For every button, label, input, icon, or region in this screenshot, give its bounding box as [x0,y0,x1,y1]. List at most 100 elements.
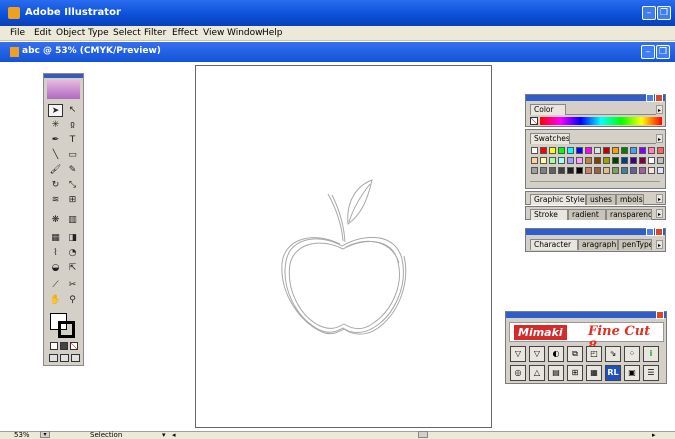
eyedropper-tool-icon[interactable]: ⌇ [48,247,63,260]
copy-button[interactable]: ⧉ [567,346,583,362]
RL-button[interactable]: RL [605,365,621,381]
swatches-tab[interactable]: Swatches [530,133,570,144]
swatch-cell[interactable] [639,167,646,174]
swatch-cell[interactable] [621,147,628,154]
toolbox-header[interactable] [44,74,83,78]
swatch-cell[interactable] [549,157,556,164]
paintbrush-tool-icon[interactable]: 🖌 [48,164,63,177]
swatch-cell[interactable] [531,167,538,174]
zoom-level[interactable]: 53% [14,431,30,439]
swatch-cell[interactable] [648,167,655,174]
screen-mode-3-button[interactable] [71,354,80,362]
menu-window[interactable]: Window [227,28,263,38]
triangle-mark-button[interactable]: △ [529,365,545,381]
swatch-cell[interactable] [558,147,565,154]
page-button[interactable]: ▤ [548,365,564,381]
plot-all-button[interactable]: ▽ [529,346,545,362]
color-panel-menu-button[interactable]: ▸ [656,105,663,114]
scroll-left-button[interactable]: ◂ [172,431,176,439]
pencil-tool-icon[interactable]: ✎ [65,164,80,177]
swatches-panel-menu-button[interactable]: ▸ [656,134,663,143]
character-panel[interactable]: Character aragraph penType ▸ [525,228,666,252]
swatch-cell[interactable] [540,167,547,174]
menu-object[interactable]: Object [56,28,85,38]
menu-effect[interactable]: Effect [172,28,198,38]
swatch-cell[interactable] [648,147,655,154]
horizontal-scroll-thumb[interactable] [418,431,428,438]
character-panel-minimize-button[interactable] [646,228,654,236]
swatch-cell[interactable] [576,147,583,154]
swatch-cell[interactable] [576,167,583,174]
gradient-mode-button[interactable] [60,342,68,350]
rectangle-tool-icon[interactable]: ▭ [65,149,80,162]
symbol-sprayer-tool-icon[interactable]: ❋ [48,214,63,227]
live-paint-tool-icon[interactable]: ◒ [48,262,63,275]
register-mark-button[interactable]: ⇘ [605,346,621,362]
menu-file[interactable]: File [10,28,25,38]
color-mode-button[interactable] [50,342,58,350]
color-panel[interactable]: Color ▸ [525,94,666,127]
swatch-cell[interactable] [549,147,556,154]
swatch-cell[interactable] [657,147,664,154]
swatch-cell[interactable] [603,157,610,164]
character-tab[interactable]: Character [530,239,578,250]
swatch-cell[interactable] [558,157,565,164]
graphic-styles-tab[interactable]: Graphic Styles [530,194,586,205]
live-paint-selection-tool-icon[interactable]: ⇱ [65,262,80,275]
type-tool-icon[interactable]: T [65,134,80,147]
swatch-cell[interactable] [567,167,574,174]
column-graph-tool-icon[interactable]: ▥ [65,214,80,227]
menu-type[interactable]: Type [88,28,109,38]
selection-tool-icon[interactable]: ➤ [48,104,63,117]
doc-restore-button[interactable]: ❐ [656,45,670,59]
paragraph-tab[interactable]: aragraph [578,239,618,250]
swatch-cell[interactable] [639,157,646,164]
character-panel-menu-button[interactable]: ▸ [656,240,663,249]
stroke-panel[interactable]: Stroke radient ransparency ▸ [525,206,666,220]
swatch-cell[interactable] [540,157,547,164]
graphic-styles-panel[interactable]: Graphic Styles ushes mbols ▸ [525,191,666,205]
list-button[interactable]: ☰ [643,365,659,381]
area-button[interactable]: ◰ [586,346,602,362]
brushes-tab[interactable]: ushes [586,194,616,205]
magic-wand-tool-icon[interactable]: ✳ [48,119,63,132]
menu-edit[interactable]: Edit [34,28,51,38]
align-button[interactable]: ⁘ [624,346,640,362]
swatch-cell[interactable] [558,167,565,174]
finecut-panel-header[interactable] [506,312,666,318]
hand-tool-icon[interactable]: ✋ [48,294,63,307]
warp-tool-icon[interactable]: ≋ [48,194,63,207]
screen-mode-2-button[interactable] [60,354,69,362]
menu-filter[interactable]: Filter [144,28,166,38]
minimize-button[interactable]: – [642,6,656,20]
plot-button[interactable]: ▽ [510,346,526,362]
swatch-cell[interactable] [621,167,628,174]
character-panel-close-button[interactable] [655,228,663,236]
swatch-cell[interactable] [585,147,592,154]
rotate-tool-icon[interactable]: ↻ [48,179,63,192]
swatch-cell[interactable] [531,147,538,154]
none-mode-button[interactable] [70,342,78,350]
finecut-plugin-panel[interactable]: Mimaki Fine Cut 8 ▽▽◐⧉◰⇘⁘i◎△▤⊞▦RL▣☰ [505,311,667,384]
color-panel-close-button[interactable] [655,94,663,102]
direct-selection-tool-icon[interactable]: ↖ [65,104,80,117]
swatch-cell[interactable] [630,167,637,174]
swatch-cell[interactable] [630,157,637,164]
status-menu-arrow[interactable]: ▾ [162,431,166,439]
swatch-cell[interactable] [621,157,628,164]
swatch-cell[interactable] [603,147,610,154]
restore-button[interactable]: ❐ [657,6,671,20]
layer-button[interactable]: ▣ [624,365,640,381]
stroke-tab[interactable]: Stroke [530,209,568,220]
zoom-tool-icon[interactable]: ⚲ [65,294,80,307]
screen-mode-1-button[interactable] [49,354,58,362]
graphic-styles-menu-button[interactable]: ▸ [656,194,663,203]
slice-tool-icon[interactable]: ⟋ [48,279,63,292]
swatch-cell[interactable] [657,157,664,164]
swatch-cell[interactable] [594,167,601,174]
swatch-cell[interactable] [612,167,619,174]
scissors-tool-icon[interactable]: ✂ [65,279,80,292]
contour-button[interactable]: ◎ [510,365,526,381]
color-tab[interactable]: Color [530,104,566,115]
symbols-tab[interactable]: mbols [616,194,644,205]
